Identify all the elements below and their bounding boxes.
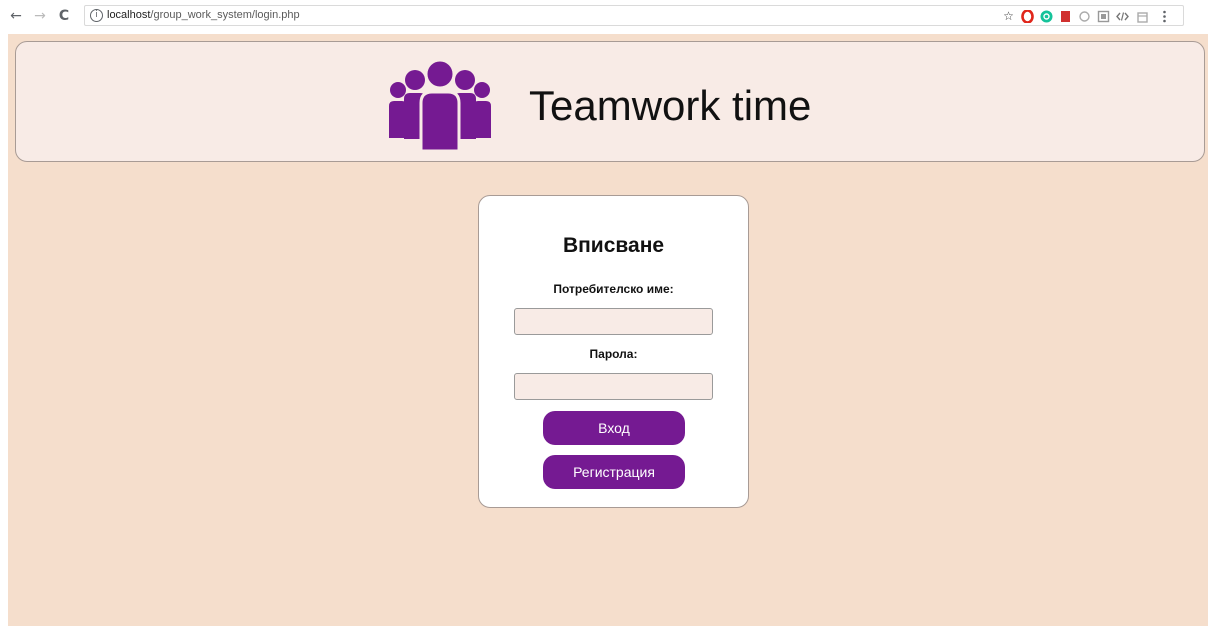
grammarly-icon[interactable] xyxy=(1040,10,1053,23)
menu-icon[interactable] xyxy=(1158,10,1171,23)
url-text[interactable]: localhost/group_work_system/login.php xyxy=(107,9,300,21)
reload-icon[interactable]: C xyxy=(56,8,72,24)
url-path: /group_work_system/login.php xyxy=(150,9,300,21)
bookmark-ext-icon[interactable] xyxy=(1059,10,1072,23)
forward-icon[interactable]: → xyxy=(32,8,48,24)
opera-icon[interactable] xyxy=(1021,9,1034,24)
login-button[interactable]: Вход xyxy=(543,411,685,445)
ext-circle-icon[interactable] xyxy=(1078,10,1091,23)
login-title: Вписване xyxy=(562,234,665,257)
browser-toolbar: ← → C i localhost/group_work_system/logi… xyxy=(0,0,1208,34)
site-title: Teamwork time xyxy=(529,82,812,129)
password-label: Парола: xyxy=(589,347,638,361)
register-button[interactable]: Регистрация xyxy=(543,455,685,489)
url-host: localhost xyxy=(107,9,151,21)
password-input[interactable] xyxy=(514,373,713,400)
back-icon[interactable]: ← xyxy=(8,8,24,24)
username-label: Потребителско име: xyxy=(553,282,674,296)
team-icon xyxy=(387,58,493,153)
ext-square-icon[interactable] xyxy=(1097,10,1110,23)
star-icon[interactable]: ☆ xyxy=(1002,10,1015,23)
address-bar[interactable]: i localhost/group_work_system/login.php xyxy=(84,5,1184,26)
site-header: Teamwork time xyxy=(15,41,1205,162)
username-input[interactable] xyxy=(514,308,713,335)
login-form: Вписване Потребителско име: Парола: Вход… xyxy=(478,195,749,508)
ext-box-icon[interactable] xyxy=(1136,10,1149,23)
info-icon[interactable]: i xyxy=(90,9,103,22)
page-content: Teamwork time Вписване Потребителско име… xyxy=(8,34,1208,626)
code-ext-icon[interactable] xyxy=(1116,10,1129,23)
